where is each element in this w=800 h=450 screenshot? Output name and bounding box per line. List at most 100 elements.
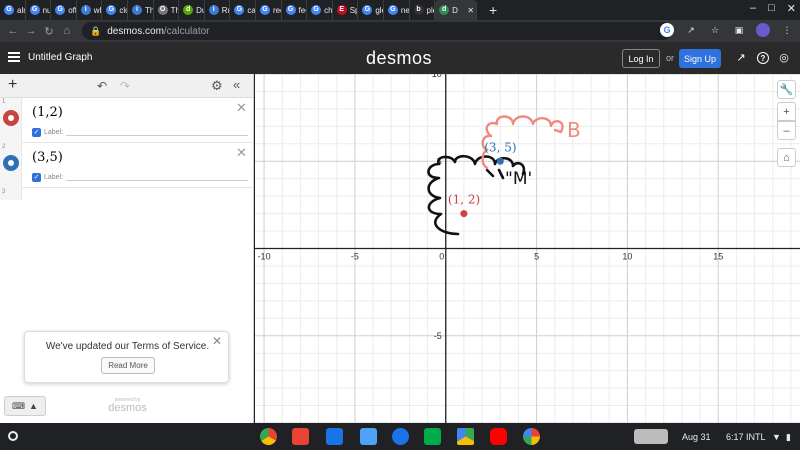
browser-tab[interactable]: d D ✕: [435, 0, 478, 20]
browser-tab[interactable]: Grece: [256, 0, 282, 20]
gear-icon[interactable]: ⚙: [211, 78, 223, 94]
time-text[interactable]: 6:17: [726, 432, 744, 442]
close-window-icon[interactable]: ✕: [787, 2, 796, 15]
google-icon[interactable]: G: [660, 23, 674, 37]
lock-icon: 🔒: [90, 25, 102, 36]
label-input[interactable]: [66, 180, 249, 181]
expression-index-bar: 3: [0, 188, 22, 200]
minimize-icon[interactable]: –: [750, 2, 756, 15]
help-icon[interactable]: ?: [757, 52, 769, 64]
zoom-in-icon[interactable]: +: [777, 102, 796, 121]
add-item-icon[interactable]: +: [8, 77, 17, 93]
tab-label: alma: [17, 5, 25, 15]
tab-label: Spa: [349, 5, 358, 15]
close-icon[interactable]: ✕: [212, 334, 222, 348]
hamburger-menu-icon[interactable]: [8, 52, 20, 62]
tab-favicon-icon: i: [80, 5, 91, 15]
reload-icon[interactable]: ↻: [40, 25, 58, 38]
tab-favicon-icon: G: [311, 5, 322, 15]
browser-tab[interactable]: Gneg: [384, 0, 410, 20]
zoom-out-icon[interactable]: –: [777, 121, 796, 140]
browser-tab[interactable]: Gnum: [26, 0, 52, 20]
locale-text[interactable]: INTL: [746, 432, 766, 442]
graph-title[interactable]: Untitled Graph: [28, 52, 92, 63]
empty-expression-item[interactable]: 3: [0, 188, 253, 200]
default-viewport-home-icon[interactable]: ⌂: [777, 148, 796, 167]
browser-tab[interactable]: OThe: [154, 0, 180, 20]
label-checkbox[interactable]: ✓: [32, 128, 41, 137]
point-color-icon[interactable]: [3, 110, 19, 126]
meet-icon[interactable]: [424, 428, 441, 445]
browser-tab[interactable]: Gglea: [358, 0, 384, 20]
gmail-icon[interactable]: [292, 428, 309, 445]
expression-index-bar: 1: [0, 98, 22, 143]
date-text[interactable]: Aug 31: [682, 432, 711, 442]
extensions-icon[interactable]: ▣: [732, 23, 746, 37]
expression-math[interactable]: (3,5): [32, 150, 63, 165]
browser-tab[interactable]: Gcloth: [102, 0, 128, 20]
screen-preview-icon[interactable]: [634, 429, 668, 444]
powered-by-desmos[interactable]: powered by desmos: [100, 397, 155, 414]
signup-button[interactable]: Sign Up: [679, 49, 721, 68]
messages-icon[interactable]: [392, 428, 409, 445]
share-graph-icon[interactable]: ↗: [735, 52, 747, 64]
expression-item[interactable]: 2 (3,5) ✕ ✓ Label:: [0, 143, 253, 188]
login-button[interactable]: Log In: [622, 49, 660, 68]
browser-tab[interactable]: Goffic: [51, 0, 77, 20]
maximize-icon[interactable]: □: [768, 2, 775, 15]
new-tab-button[interactable]: +: [483, 2, 503, 18]
browser-tab[interactable]: Gfeeli: [282, 0, 308, 20]
wifi-icon[interactable]: ▼: [772, 432, 781, 442]
os-taskbar: Aug 31 6:17 INTL ▼ ▮: [0, 423, 800, 450]
expression-item[interactable]: 1 (1,2) ✕ ✓ Label:: [0, 98, 253, 143]
desmos-logo: desmos: [366, 48, 433, 68]
browser-tab[interactable]: iTher: [128, 0, 154, 20]
keyboard-toggle-button[interactable]: ⌨ ▲: [4, 396, 46, 416]
label-checkbox[interactable]: ✓: [32, 173, 41, 182]
browser-tab[interactable]: bplea: [410, 0, 436, 20]
play-store-icon[interactable]: [457, 428, 474, 445]
delete-expression-icon[interactable]: ✕: [236, 100, 247, 116]
expression-math[interactable]: (1,2): [32, 105, 63, 120]
tab-label: D: [452, 5, 458, 15]
battery-icon[interactable]: ▮: [786, 432, 791, 443]
browser-tab[interactable]: iRun: [205, 0, 231, 20]
point-label: (3, 5): [484, 140, 516, 154]
classroom-icon[interactable]: [326, 428, 343, 445]
tab-label: The: [170, 5, 179, 15]
read-more-button[interactable]: Read More: [101, 357, 155, 374]
label-row: ✓ Label:: [32, 128, 249, 137]
launcher-icon[interactable]: [8, 431, 18, 441]
collapse-panel-icon[interactable]: «: [233, 77, 240, 92]
graph-canvas[interactable]: -10 -5 0 5 10 15 10 5 -5 "M' B (1, 2) (3, 5): [255, 74, 800, 423]
browser-tab[interactable]: Gchar: [307, 0, 333, 20]
files-icon[interactable]: [360, 428, 377, 445]
back-icon[interactable]: ←: [4, 25, 22, 37]
browser-tab[interactable]: dDuo: [179, 0, 205, 20]
youtube-icon[interactable]: [490, 428, 507, 445]
bookmark-icon[interactable]: ☆: [708, 23, 722, 37]
browser-tab[interactable]: Galma: [0, 0, 26, 20]
globe-icon[interactable]: ◎: [778, 52, 790, 64]
delete-expression-icon[interactable]: ✕: [236, 145, 247, 161]
close-tab-icon[interactable]: ✕: [467, 6, 474, 15]
chrome-icon[interactable]: [260, 428, 277, 445]
browser-tab[interactable]: ESpa: [333, 0, 359, 20]
share-icon[interactable]: ↗: [684, 23, 698, 37]
graph-settings-wrench-icon[interactable]: 🔧: [777, 80, 796, 99]
graph-svg: -10 -5 0 5 10 15105-5 "M' B (1, 2)(3, 5): [255, 74, 800, 423]
browser-tab[interactable]: iwhat: [77, 0, 103, 20]
photos-icon[interactable]: [523, 428, 540, 445]
label-input[interactable]: [66, 135, 249, 136]
forward-icon[interactable]: →: [22, 25, 40, 37]
address-bar[interactable]: 🔒 desmos.com /calculator: [82, 22, 672, 40]
profile-avatar[interactable]: [756, 23, 770, 37]
point-color-icon[interactable]: [3, 155, 19, 171]
undo-icon[interactable]: ↶: [97, 79, 107, 93]
tab-label: neg: [400, 5, 410, 15]
redo-icon[interactable]: ↷: [120, 79, 130, 93]
menu-icon[interactable]: ⋮: [780, 23, 794, 37]
browser-tab[interactable]: Gcart: [230, 0, 256, 20]
y-tick-label: -5: [434, 331, 442, 341]
home-icon[interactable]: ⌂: [58, 25, 76, 37]
